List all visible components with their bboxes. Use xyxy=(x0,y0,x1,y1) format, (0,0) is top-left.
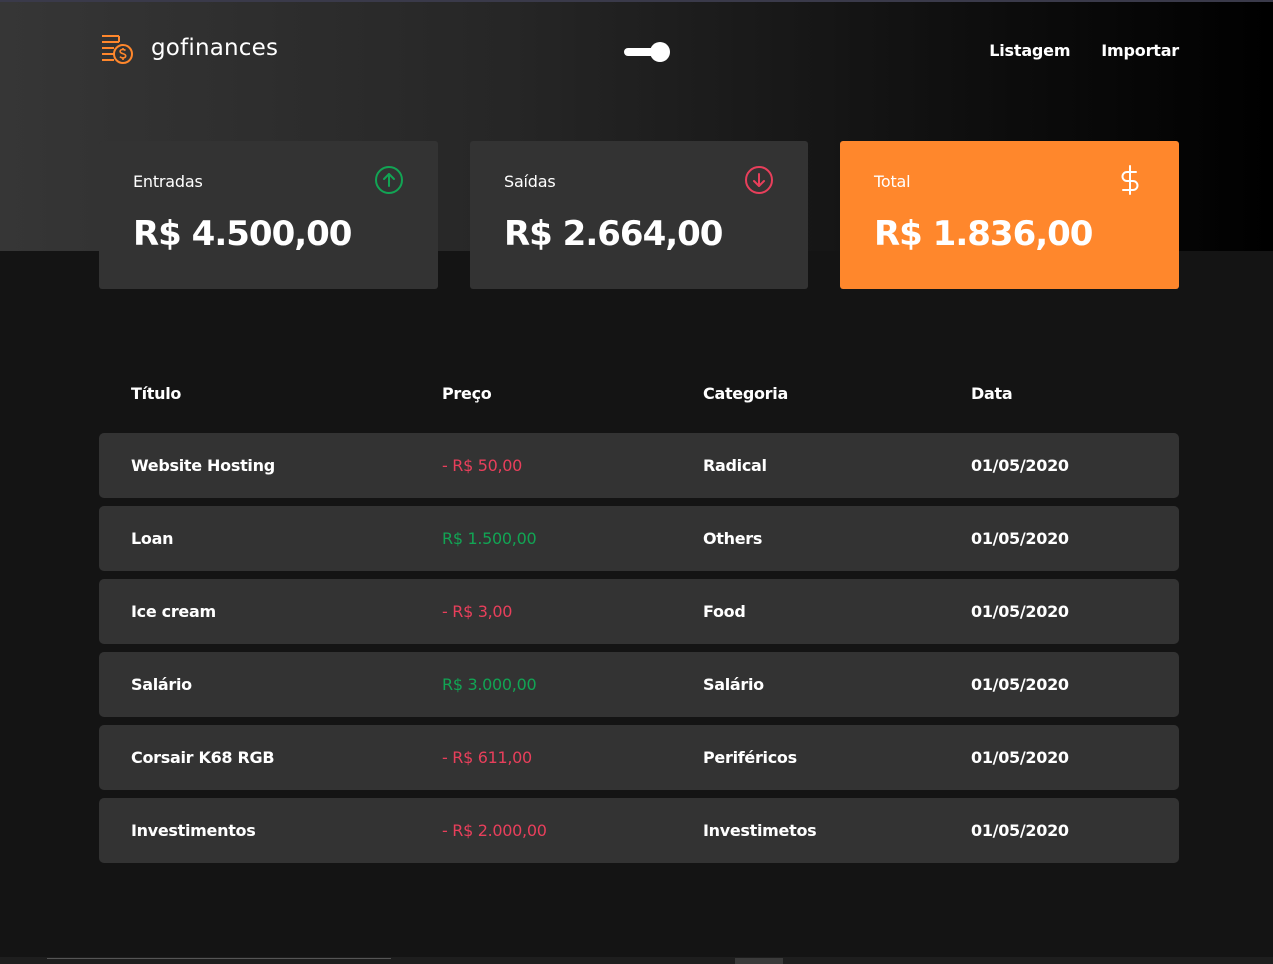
bottom-strip xyxy=(0,957,1273,964)
coins-logo-icon xyxy=(102,35,133,64)
row-category: Others xyxy=(703,529,763,548)
table-row[interactable]: Website Hosting - R$ 50,00 Radical 01/05/20… xyxy=(99,433,1179,498)
row-price: - R$ 2.000,00 xyxy=(442,821,547,840)
header-title[interactable]: Título xyxy=(131,380,181,406)
row-date: 01/05/2020 xyxy=(971,529,1069,548)
window-top-border xyxy=(0,0,1273,2)
row-title: Loan xyxy=(131,529,174,548)
summary-cards: Entradas R$ 4.500,00 Saídas R$ 2.664,00 … xyxy=(99,141,1179,289)
row-title: Investimentos xyxy=(131,821,256,840)
header-price[interactable]: Preço xyxy=(442,380,492,406)
row-date: 01/05/2020 xyxy=(971,675,1069,694)
nav-link-listagem[interactable]: Listagem xyxy=(989,41,1070,60)
arrow-up-circle-icon xyxy=(375,166,403,194)
brand-name: gofinances xyxy=(151,35,279,61)
app-header: gofinances Listagem Importar xyxy=(99,28,1179,76)
table-row[interactable]: Investimentos - R$ 2.000,00 Investimetos 01… xyxy=(99,798,1179,863)
row-price: - R$ 3,00 xyxy=(442,602,513,621)
row-date: 01/05/2020 xyxy=(971,602,1069,621)
outcome-card: Saídas R$ 2.664,00 xyxy=(470,141,808,289)
income-value: R$ 4.500,00 xyxy=(133,214,352,254)
row-category: Radical xyxy=(703,456,767,475)
table-row[interactable]: Loan R$ 1.500,00 Others 01/05/2020 xyxy=(99,506,1179,571)
bottom-strip-segment xyxy=(735,958,783,964)
row-title: Salário xyxy=(131,675,192,694)
row-category: Food xyxy=(703,602,746,621)
total-card: Total R$ 1.836,00 xyxy=(840,141,1179,289)
row-title: Ice cream xyxy=(131,602,216,621)
row-price: - R$ 611,00 xyxy=(442,748,532,767)
row-price: R$ 3.000,00 xyxy=(442,675,537,694)
nav-link-importar[interactable]: Importar xyxy=(1101,41,1179,60)
row-title: Website Hosting xyxy=(131,456,275,475)
main-nav: Listagem Importar xyxy=(958,41,1179,60)
row-date: 01/05/2020 xyxy=(971,821,1069,840)
row-date: 01/05/2020 xyxy=(971,456,1069,475)
logo[interactable]: gofinances xyxy=(99,30,278,66)
bottom-strip-segment xyxy=(47,958,391,964)
arrow-down-circle-icon xyxy=(745,166,773,194)
toggle-knob xyxy=(650,42,670,62)
header-date[interactable]: Data xyxy=(971,380,1013,406)
row-price: R$ 1.500,00 xyxy=(442,529,537,548)
row-category: Investimetos xyxy=(703,821,817,840)
row-date: 01/05/2020 xyxy=(971,748,1069,767)
total-value: R$ 1.836,00 xyxy=(874,214,1093,254)
theme-toggle[interactable] xyxy=(624,41,670,63)
row-category: Salário xyxy=(703,675,764,694)
outcome-value: R$ 2.664,00 xyxy=(504,214,723,254)
income-label: Entradas xyxy=(133,172,203,191)
header-category[interactable]: Categoria xyxy=(703,380,788,406)
table-header: Título Preço Categoria Data xyxy=(99,380,1179,406)
row-title: Corsair K68 RGB xyxy=(131,748,275,767)
table-row[interactable]: Ice cream - R$ 3,00 Food 01/05/2020 xyxy=(99,579,1179,644)
income-card: Entradas R$ 4.500,00 xyxy=(99,141,438,289)
outcome-label: Saídas xyxy=(504,172,556,191)
row-price: - R$ 50,00 xyxy=(442,456,523,475)
dollar-sign-icon xyxy=(1121,165,1139,195)
row-category: Periféricos xyxy=(703,748,797,767)
table-row[interactable]: Salário R$ 3.000,00 Salário 01/05/2020 xyxy=(99,652,1179,717)
total-label: Total xyxy=(874,172,911,191)
table-row[interactable]: Corsair K68 RGB - R$ 611,00 Periféricos 01/… xyxy=(99,725,1179,790)
